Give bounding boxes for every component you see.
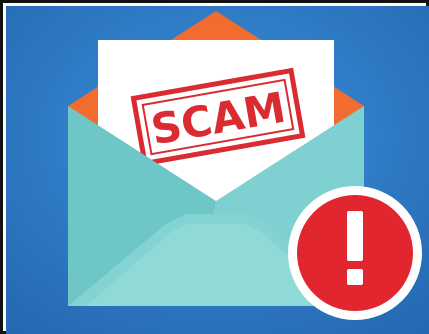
illustration-canvas: SCAM xyxy=(6,6,429,334)
alert-dot xyxy=(347,269,363,285)
scam-email-illustration: SCAM xyxy=(6,6,429,334)
alert-icon xyxy=(288,186,422,320)
image-frame: SCAM xyxy=(0,0,429,334)
alert-bar xyxy=(347,211,363,261)
